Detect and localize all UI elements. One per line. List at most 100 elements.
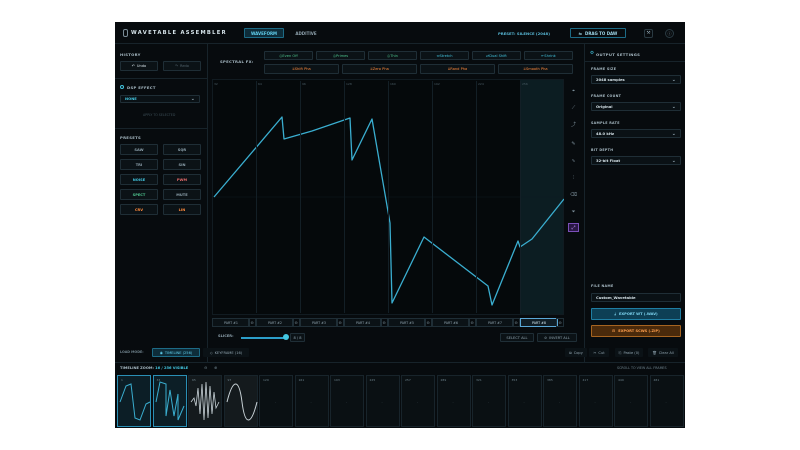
timeline-frame[interactable]: 417 - — [578, 375, 613, 427]
preset-sin-button[interactable]: SIN — [163, 159, 201, 170]
timeline-frame[interactable]: 449 - — [614, 375, 648, 427]
timeline-frame[interactable]: 257 - — [401, 375, 435, 427]
export-serum-button[interactable]: ⊟ EXPORT SCWS (.ZIP) — [591, 325, 681, 337]
frame-waveform — [155, 381, 184, 421]
select-all-button[interactable]: SELECT ALL — [500, 333, 534, 342]
magic-tool-icon[interactable]: ⤢ — [568, 223, 579, 232]
keyframe-mode-button[interactable]: ◇ KEYFRAME (16) — [203, 348, 249, 357]
preset-pwm-button[interactable]: PWM — [163, 174, 201, 185]
timeline-frame[interactable]: 161 - — [294, 375, 329, 427]
erase-tool-icon[interactable]: ⌫ — [568, 190, 579, 199]
preset-crv-button[interactable]: CRV — [120, 204, 158, 215]
redo-button[interactable]: ↷ Redo — [163, 61, 201, 71]
part-button-2[interactable]: PART #2 — [256, 318, 294, 327]
part-button-3[interactable]: PART #3 — [300, 318, 338, 327]
settings-icon[interactable]: ⚒ — [644, 29, 653, 38]
preset-tri-button[interactable]: TRI — [120, 159, 158, 170]
part-remove-icon[interactable]: ⊖ — [336, 318, 344, 327]
timeline-frame[interactable]: 97 — [223, 375, 258, 427]
slicer-value: 8 / 8 — [290, 333, 305, 342]
bit-depth-select[interactable]: 32-bit Float ⌄ — [591, 156, 681, 165]
spectral-rand-pha-button[interactable]: ⧖ Rand Pha — [420, 64, 495, 74]
mixer-tool-icon[interactable]: ⫶ — [568, 173, 579, 182]
tab-waveform[interactable]: WAVEFORM — [244, 28, 284, 38]
spectral-zero-pha-button[interactable]: ⧖ Zero Pha — [342, 64, 417, 74]
invert-all-button[interactable]: ⊘ INVERT ALL — [537, 333, 577, 342]
timeline-frame[interactable]: 193 - — [330, 375, 364, 427]
column-marker: 224 — [478, 82, 484, 86]
drag-to-daw-button[interactable]: ⇆ DRAG TO DAW — [570, 28, 626, 38]
part-remove-icon[interactable]: ⊖ — [556, 318, 564, 327]
zoom-in-icon[interactable]: ⊕ — [214, 365, 217, 370]
timeline-frame[interactable]: 65 — [188, 375, 222, 427]
file-name-input[interactable]: Custom_Wavetable — [591, 293, 681, 302]
spectral-smooth-pha-button[interactable]: ⧖ Smooth Pha — [498, 64, 573, 74]
timeline-frame[interactable]: 1 — [117, 375, 151, 427]
pointer-tool-icon[interactable]: ⌖ — [568, 86, 579, 95]
timeline-frame[interactable]: 33 — [152, 375, 187, 427]
part-button-4[interactable]: PART #4 — [344, 318, 382, 327]
spectral-thin-button[interactable]: ◎ Thin — [368, 51, 417, 60]
frame-waveform — [226, 383, 257, 421]
slicer-knob[interactable] — [283, 334, 289, 340]
draw-line-tool-icon[interactable]: ⟋ — [568, 103, 579, 112]
spectral-shrink-button[interactable]: ⇤ Shrink — [524, 51, 573, 60]
part-remove-icon[interactable]: ⊖ — [292, 318, 300, 327]
export-wav-button[interactable]: ⤓ EXPORT WT (.WAV) — [591, 308, 681, 320]
preset-mute-button[interactable]: MUTE — [163, 189, 201, 200]
filter-tool-icon[interactable]: ⏷ — [568, 207, 579, 216]
output-settings-icon: ⚙ — [590, 51, 595, 56]
zoom-out-icon[interactable]: ⊖ — [204, 365, 207, 370]
column-marker: 160 — [390, 82, 396, 86]
timeline-frame[interactable]: 353 - — [507, 375, 542, 427]
cut-button[interactable]: ✂ Cut — [589, 348, 609, 357]
timeline-frame[interactable]: 481 - — [649, 375, 684, 427]
brush-tool-icon[interactable]: ✎ — [568, 139, 579, 148]
clear-all-button[interactable]: 🗑 Clear All — [648, 348, 678, 357]
timeline-frame[interactable]: 385 - — [543, 375, 577, 427]
info-icon[interactable]: ⓘ — [665, 29, 674, 38]
spectral-even-off-button[interactable]: ◎ Even Off — [264, 51, 313, 60]
wave-tool-icon[interactable]: ∿ — [568, 156, 579, 165]
frame-number: 161 — [298, 378, 305, 382]
spectral-dual-shift-button[interactable]: ⇄ Dual Shift — [472, 51, 521, 60]
part-button-8[interactable]: PART #8 — [520, 318, 558, 327]
preset-noise-button[interactable]: NOISE — [120, 174, 158, 185]
slicer-track[interactable] — [241, 337, 286, 339]
sample-rate-select[interactable]: 48.0 kHz ⌄ — [591, 129, 681, 138]
spectral-shift-pha-button[interactable]: ⧖ Shift Pha — [264, 64, 339, 74]
apply-to-selected-button[interactable]: APPLY TO SELECTED — [143, 113, 175, 117]
paste-button[interactable]: ⎘ Paste (0) — [615, 348, 643, 357]
part-remove-icon[interactable]: ⊖ — [468, 318, 476, 327]
empty-frame-marker: - — [594, 400, 596, 404]
frame-size-select[interactable]: 2048 samples ⌄ — [591, 75, 681, 84]
timeline-frame[interactable]: 321 - — [472, 375, 506, 427]
part-remove-icon[interactable]: ⊖ — [512, 318, 520, 327]
part-button-7[interactable]: PART #7 — [476, 318, 514, 327]
timeline-frame[interactable]: 225 - — [365, 375, 400, 427]
chevron-down-icon: ⌄ — [671, 76, 676, 83]
dsp-select[interactable]: NONE ⌄ — [120, 95, 200, 103]
part-remove-icon[interactable]: ⊖ — [424, 318, 432, 327]
frame-number: 481 — [653, 378, 660, 382]
preset-spect-button[interactable]: SPECT — [120, 189, 158, 200]
timeline-mode-button[interactable]: ◉ TIMELINE (256) — [152, 348, 200, 357]
dsp-checkbox[interactable] — [120, 85, 124, 89]
tab-additive[interactable]: ADDITIVE — [286, 28, 326, 38]
part-button-5[interactable]: PART #5 — [388, 318, 426, 327]
part-button-1[interactable]: PART #1 — [212, 318, 250, 327]
preset-lin-button[interactable]: LIN — [163, 204, 201, 215]
preset-sqr-button[interactable]: SQR — [163, 144, 201, 155]
copy-button[interactable]: ⧉ Copy — [565, 348, 587, 357]
part-button-6[interactable]: PART #6 — [432, 318, 470, 327]
preset-saw-button[interactable]: SAW — [120, 144, 158, 155]
timeline-frame[interactable]: 289 - — [436, 375, 471, 427]
spectral-primes-button[interactable]: ◎ Primes — [316, 51, 365, 60]
frame-count-select[interactable]: Original ⌄ — [591, 102, 681, 111]
undo-button[interactable]: ↶ Undo — [120, 61, 158, 71]
timeline-frame[interactable]: 129 - — [259, 375, 293, 427]
curve-tool-icon[interactable]: ⤴ — [568, 120, 579, 129]
part-remove-icon[interactable]: ⊖ — [248, 318, 256, 327]
spectral-stretch-button[interactable]: ⇔ Stretch — [420, 51, 469, 60]
part-remove-icon[interactable]: ⊖ — [380, 318, 388, 327]
